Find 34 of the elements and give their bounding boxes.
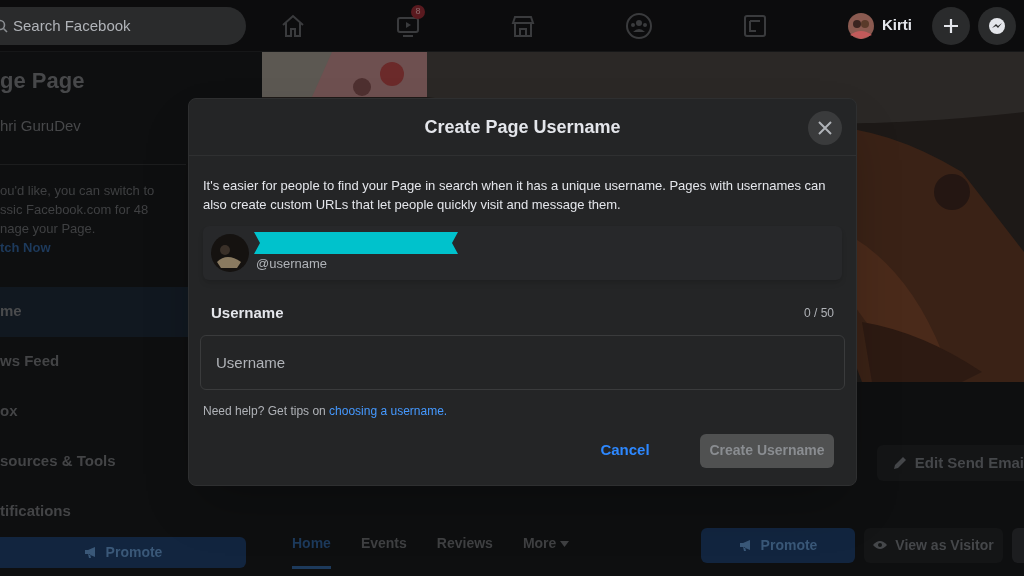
promote-button[interactable]: Promote bbox=[701, 527, 855, 563]
profile-chip[interactable]: Kirti bbox=[848, 12, 924, 39]
pencil-icon bbox=[892, 456, 907, 470]
plus-icon bbox=[943, 17, 959, 34]
username-field[interactable]: Username bbox=[200, 334, 845, 390]
create-button[interactable] bbox=[932, 6, 970, 45]
help-text: Need help? Get tips on choosing a username. bbox=[203, 402, 449, 420]
close-icon bbox=[818, 121, 832, 135]
page-handle: @username bbox=[256, 255, 328, 274]
gaming-icon[interactable] bbox=[742, 12, 768, 39]
megaphone-icon bbox=[83, 546, 98, 559]
messenger-button[interactable] bbox=[978, 6, 1016, 45]
page-tab[interactable]: Home bbox=[292, 521, 331, 569]
search-field[interactable]: Search Facebook bbox=[0, 6, 246, 45]
sidebar-title: ge Page bbox=[0, 67, 86, 95]
choosing-username-link[interactable]: choosing a username. bbox=[329, 403, 448, 418]
messenger-icon bbox=[988, 16, 1006, 35]
caret-icon bbox=[560, 540, 570, 547]
character-counter: 0 / 50 bbox=[803, 305, 834, 323]
cancel-button[interactable]: Cancel bbox=[570, 433, 680, 468]
field-label: Username bbox=[211, 303, 284, 323]
page-avatar bbox=[211, 234, 249, 272]
dialog-description: It's easier for people to find your Page in search when it has a unique username. Pages with usernames can also create custom URLs that let people quickly visit and message them. bbox=[203, 177, 827, 214]
notification-badge: 8 bbox=[411, 4, 425, 19]
avatar bbox=[848, 12, 874, 39]
page-name: hri GuruDev bbox=[0, 116, 82, 136]
dialog-title: Create Page Username bbox=[424, 115, 621, 139]
groups-icon[interactable] bbox=[625, 11, 653, 40]
promote-button[interactable]: Promote bbox=[0, 536, 246, 568]
eye-icon bbox=[873, 540, 888, 550]
home-icon[interactable] bbox=[280, 12, 306, 39]
megaphone-icon bbox=[738, 539, 753, 551]
close-button[interactable] bbox=[808, 111, 842, 145]
sidebar-item[interactable]: me bbox=[0, 286, 188, 337]
